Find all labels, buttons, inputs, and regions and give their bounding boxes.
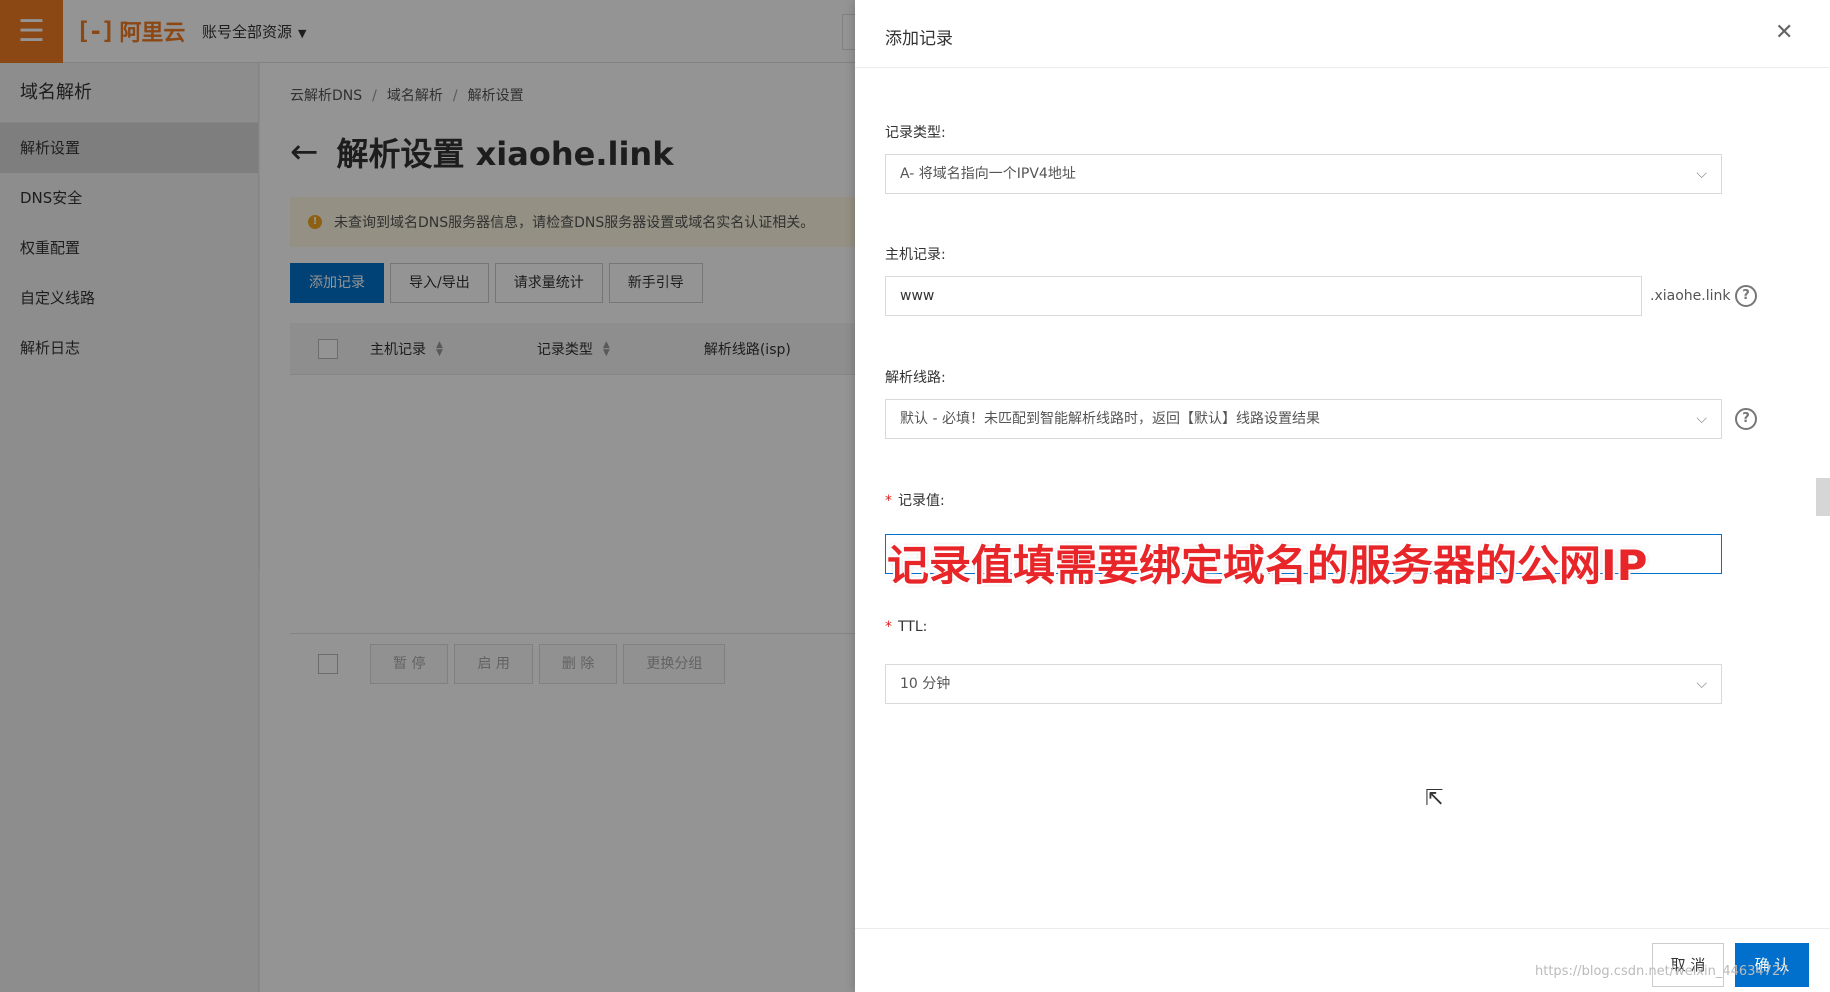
chevron-down-icon: ⌵ (1696, 166, 1707, 182)
close-icon[interactable]: ✕ (1775, 20, 1793, 45)
record-value-label-text: 记录值: (898, 493, 945, 509)
annotation-overlay-text: 记录值填需要绑定域名的服务器的公网IP (887, 541, 1648, 590)
ttl-value: 10 分钟 (900, 676, 951, 692)
record-value-label: * 记录值: (885, 490, 945, 510)
resolution-line-label: 解析线路: (885, 370, 946, 386)
chevron-down-icon: ⌵ (1696, 411, 1707, 427)
mouse-cursor-icon: ⇱ (1425, 786, 1444, 811)
resolution-line-select[interactable]: 默认 - 必填！未匹配到智能解析线路时，返回【默认】线路设置结果 ⌵ (885, 399, 1722, 439)
help-icon[interactable]: ? (1735, 408, 1757, 430)
record-type-label: 记录类型: (885, 125, 946, 141)
watermark: https://blog.csdn.net/weixin_44634727 (1535, 964, 1789, 979)
drawer-header: 添加记录 ✕ (855, 0, 1830, 68)
record-type-select[interactable]: A- 将域名指向一个IPV4地址 ⌵ (885, 154, 1722, 194)
modal-overlay[interactable] (0, 0, 855, 992)
required-marker: * (885, 619, 892, 635)
help-icon[interactable]: ? (1735, 285, 1757, 307)
ttl-label-text: TTL: (898, 619, 928, 635)
drawer-title: 添加记录 (885, 29, 953, 49)
host-record-input[interactable]: www (885, 276, 1642, 316)
record-type-value: A- 将域名指向一个IPV4地址 (900, 166, 1076, 182)
ttl-label: * TTL: (885, 619, 927, 635)
domain-suffix: .xiaohe.link (1650, 288, 1731, 304)
drawer-footer: 取 消 确 认 (855, 928, 1830, 992)
scrollbar-thumb[interactable] (1816, 478, 1830, 516)
add-record-drawer: 添加记录 ✕ 记录类型: A- 将域名指向一个IPV4地址 ⌵ 主机记录: ww… (855, 0, 1830, 992)
ttl-select[interactable]: 10 分钟 ⌵ (885, 664, 1722, 704)
chevron-down-icon: ⌵ (1696, 676, 1707, 692)
host-record-label: 主机记录: (885, 247, 946, 263)
required-marker: * (885, 493, 892, 509)
resolution-line-value: 默认 - 必填！未匹配到智能解析线路时，返回【默认】线路设置结果 (900, 411, 1320, 427)
